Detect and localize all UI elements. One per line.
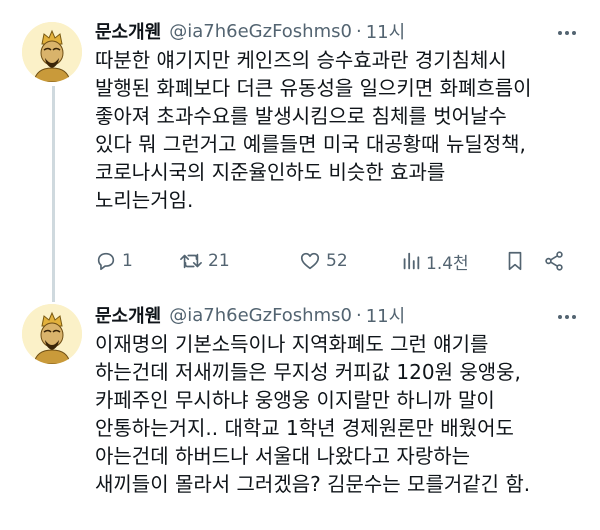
views-icon xyxy=(403,252,420,270)
like-button[interactable]: 52 xyxy=(299,250,348,272)
more-icon[interactable] xyxy=(556,304,578,330)
avatar-image xyxy=(22,304,82,364)
views-button[interactable]: 1.4천 xyxy=(401,249,469,274)
timestamp[interactable]: 11시 xyxy=(366,18,405,44)
separator-dot: · xyxy=(355,20,362,42)
tweet[interactable]: 문소개웬 @ia7h6eGzFoshms0 · 11시 따분한 얘기지만 케인즈… xyxy=(0,0,600,300)
reply-icon xyxy=(97,252,115,271)
thread-line xyxy=(52,290,55,302)
reply-count: 1 xyxy=(122,251,133,271)
bookmark-icon xyxy=(508,251,522,271)
retweet-count: 21 xyxy=(208,251,230,271)
tweet-header: 문소개웬 @ia7h6eGzFoshms0 · 11시 xyxy=(95,18,560,44)
avatar[interactable] xyxy=(22,304,82,364)
avatar-image xyxy=(22,22,82,82)
tweet-text-line: 이재명의 기본소득이나 지역화폐도 그런 얘기를 xyxy=(95,332,489,356)
tweet-text-line: 새끼들이 몰라서 그러겠음? 김문수는 모를거같긴 함. xyxy=(95,472,531,496)
separator-dot: · xyxy=(355,304,362,326)
tweet-text-line: 코로나시국의 지준율인하도 비슷한 효과를 xyxy=(95,160,446,184)
retweet-icon xyxy=(180,253,202,269)
tweet-text-line: 발행된 화폐보다 더큰 유동성을 일으키면 화폐흐름이 xyxy=(95,76,532,100)
share-button[interactable] xyxy=(543,250,570,272)
tweet-text-line: 노리는거임. xyxy=(95,188,194,212)
author-handle[interactable]: @ia7h6eGzFoshms0 xyxy=(169,21,352,42)
author-handle[interactable]: @ia7h6eGzFoshms0 xyxy=(169,305,352,326)
tweet-text-line: 카페주인 무시하냐 웅앵웅 이지랄만 하니까 말이 xyxy=(95,388,495,412)
tweet-text-line: 아는건데 하버드나 서울대 나왔다고 자랑하는 xyxy=(95,444,471,468)
retweet-button[interactable]: 21 xyxy=(179,250,230,272)
views-count: 1.4천 xyxy=(426,253,469,274)
heart-icon xyxy=(300,252,320,270)
share-icon xyxy=(545,251,563,271)
like-count: 52 xyxy=(326,251,348,271)
tweet-text: 따분한 얘기지만 케인즈의 승수효과란 경기침체시 발행된 화폐보다 더큰 유동… xyxy=(95,46,580,214)
tweet-text-line: 안통하는거지.. 대학교 1학년 경제원론만 배웠어도 xyxy=(95,416,514,440)
tweet-text-line: 좋아져 초과수요를 발생시킴으로 침체를 벗어날수 xyxy=(95,104,507,128)
timestamp[interactable]: 11시 xyxy=(366,302,405,328)
reply-button[interactable]: 1 xyxy=(95,250,133,272)
author-name[interactable]: 문소개웬 xyxy=(95,302,161,328)
tweet[interactable]: 문소개웬 @ia7h6eGzFoshms0 · 11시 이재명의 기본소득이나 … xyxy=(0,290,600,530)
author-name[interactable]: 문소개웬 xyxy=(95,18,161,44)
tweet-header: 문소개웬 @ia7h6eGzFoshms0 · 11시 xyxy=(95,302,560,328)
thread-line xyxy=(52,86,55,300)
bookmark-button[interactable] xyxy=(505,250,530,272)
more-icon[interactable] xyxy=(556,20,578,46)
tweet-text-line: 따분한 얘기지만 케인즈의 승수효과란 경기침체시 xyxy=(95,48,507,72)
avatar[interactable] xyxy=(22,22,82,82)
tweet-text: 이재명의 기본소득이나 지역화폐도 그런 얘기를 하는건데 저새끼들은 무지성 … xyxy=(95,330,580,498)
tweet-text-line: 있다 뭐 그런거고 예를들면 미국 대공황때 뉴딜정책, xyxy=(95,132,526,156)
action-bar: 1 21 52 1.4천 xyxy=(95,246,575,276)
tweet-text-line: 하는건데 저새끼들은 무지성 커피값 120원 웅앵웅, xyxy=(95,360,521,384)
